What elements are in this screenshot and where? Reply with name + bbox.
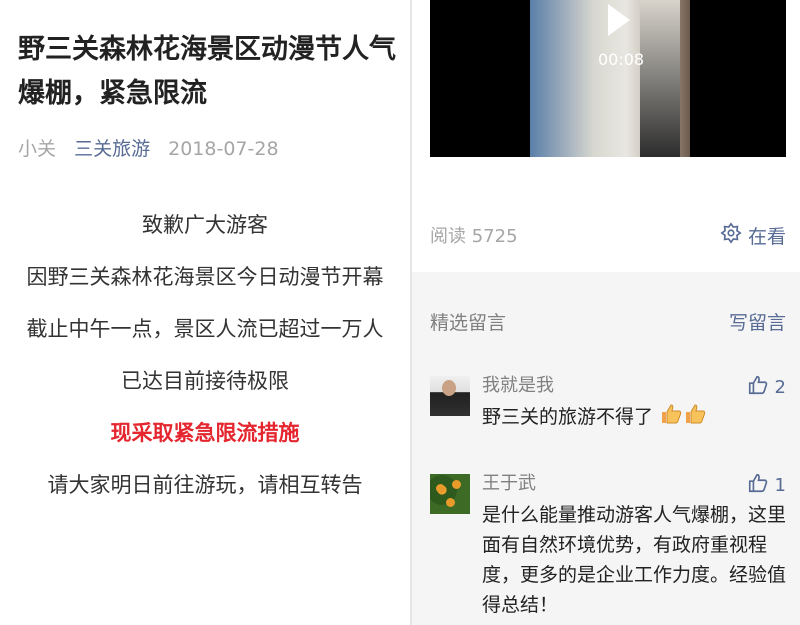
paragraph: 因野三关森林花海景区今日动漫节开幕 <box>26 265 384 289</box>
read-count: 阅读 5725 <box>430 226 518 247</box>
comments-title: 精选留言 <box>430 312 507 334</box>
wow-button[interactable]: 在看 <box>720 222 786 249</box>
paragraph: 请大家明日前往游玩，请相互转告 <box>47 473 363 497</box>
wow-label: 在看 <box>747 226 786 248</box>
article-body: 致歉广大游客 因野三关森林花海景区今日动漫节开幕 截止中午一点，景区人流已超过一… <box>0 203 410 515</box>
like-count: 1 <box>774 475 786 496</box>
account-link[interactable]: 三关旅游 <box>74 138 150 160</box>
thumbs-up-icon <box>747 374 769 401</box>
comments-header: 精选留言 写留言 <box>430 308 786 335</box>
comment-text: 是什么能量推动游客人气爆棚，这里面有自然环境优势，有政府重视程度，更多的是企业工… <box>482 504 787 616</box>
article-title: 野三关森林花海景区动漫节人气爆棚，紧急限流 <box>18 34 396 109</box>
avatar[interactable] <box>430 474 470 514</box>
comment-body: 我就是我 野三关的旅游不得了 <box>482 374 786 435</box>
avatar[interactable] <box>430 376 470 416</box>
comment-text-content: 野三关的旅游不得了 <box>482 406 654 428</box>
like-count: 2 <box>774 377 786 398</box>
play-icon[interactable] <box>608 4 630 36</box>
paragraph: 致歉广大游客 <box>142 213 268 237</box>
article-panel: 野三关森林花海景区动漫节人气爆棚，紧急限流 小关 三关旅游 2018-07-28… <box>0 0 410 625</box>
stats-row: 阅读 5725 在看 <box>430 222 786 248</box>
article-meta: 小关 三关旅游 2018-07-28 <box>18 134 279 161</box>
comment-author: 我就是我 <box>482 375 554 396</box>
paragraph: 截止中午一点，景区人流已超过一万人 <box>26 317 384 341</box>
author-name: 小关 <box>18 138 57 160</box>
comment-body: 王于武 是什么能量推动游客人气爆棚，这里面有自然环境优势，有政府重视程度，更多的… <box>482 472 786 620</box>
like-button[interactable]: 1 <box>747 472 786 499</box>
paragraph: 已达目前接待极限 <box>121 369 289 393</box>
video-time: 00:08 <box>598 50 645 69</box>
thumbs-up-emoji-icon <box>659 402 683 435</box>
write-comment-button[interactable]: 写留言 <box>729 308 786 335</box>
paragraph-highlight: 现采取紧急限流措施 <box>110 421 300 445</box>
thumbs-up-emoji-icon <box>683 402 707 435</box>
wow-icon <box>720 222 742 249</box>
video-player[interactable]: 00:08 <box>430 0 786 157</box>
video-figure <box>640 0 680 157</box>
comment-author: 王于武 <box>482 473 536 494</box>
like-button[interactable]: 2 <box>747 374 786 401</box>
detail-panel: 00:08 阅读 5725 在看 精选留言 写留言 我就是我 野三关的旅游不得了 <box>412 0 800 625</box>
comment-text: 野三关的旅游不得了 <box>482 402 786 435</box>
thumbs-up-icon <box>747 472 769 499</box>
publish-date: 2018-07-28 <box>168 138 279 160</box>
